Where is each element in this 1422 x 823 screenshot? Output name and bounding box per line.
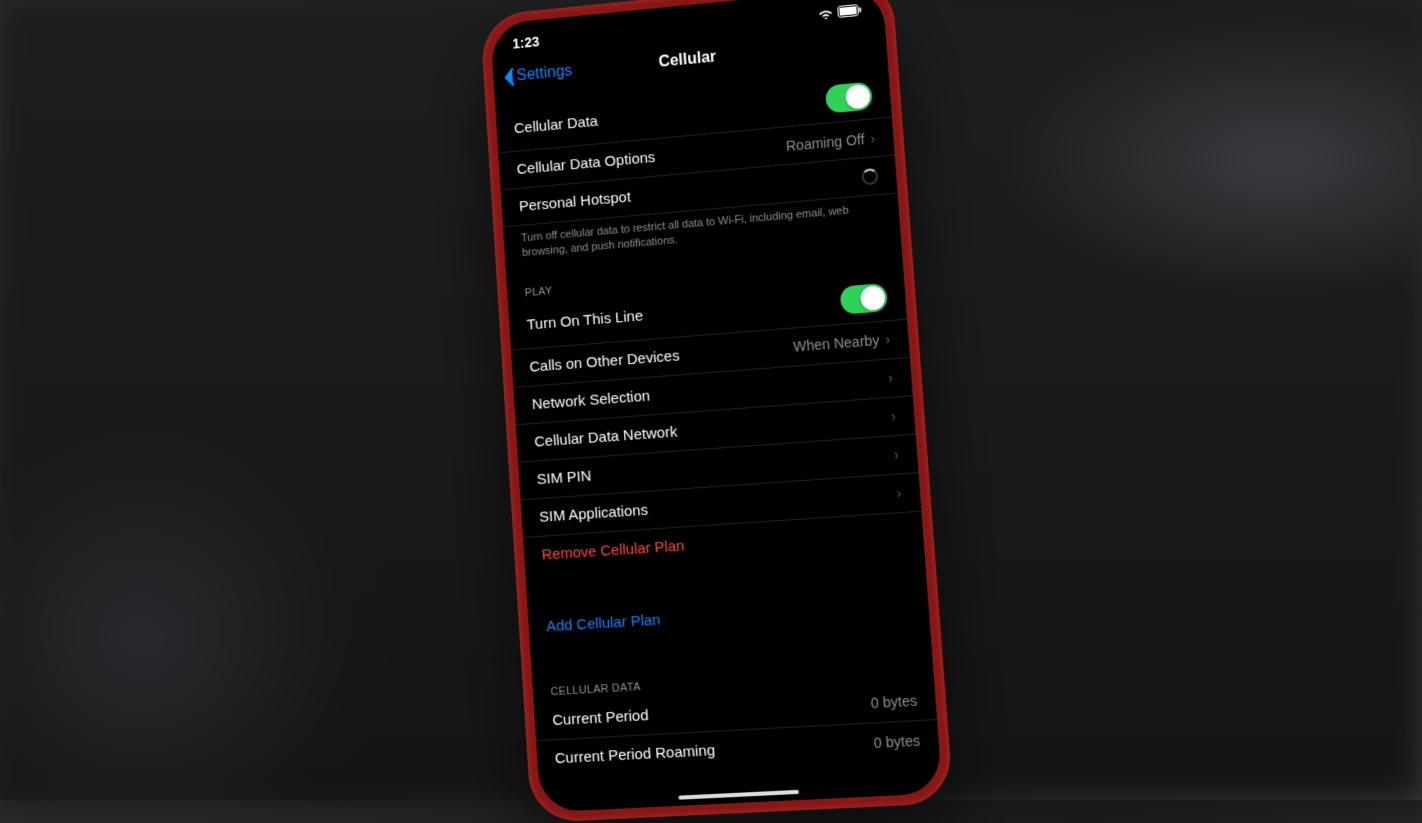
section-usage: CELLULAR DATA Current Period 0 bytes Cur… (532, 658, 940, 779)
row-label: SIM Applications (539, 501, 649, 525)
row-value: › (896, 485, 902, 502)
back-label: Settings (516, 63, 573, 86)
wifi-icon (817, 6, 834, 19)
turn-on-line-toggle[interactable] (840, 283, 889, 315)
row-label: Add Cellular Plan (546, 612, 661, 636)
row-value: When Nearby › (793, 331, 891, 355)
chevron-right-icon: › (891, 408, 897, 424)
row-label: Current Period (552, 707, 649, 729)
row-value: 0 bytes (870, 693, 917, 712)
battery-icon (837, 4, 862, 18)
loading-indicator (861, 168, 878, 185)
row-value: › (893, 446, 899, 463)
row-label: Calls on Other Devices (529, 347, 680, 375)
row-value: › (888, 370, 894, 386)
row-value: › (891, 408, 897, 424)
row-label: Turn On This Line (526, 308, 643, 334)
phone-screen: 1:23 Settings Cellular Cellular Data Cel… (490, 0, 943, 812)
cellular-data-toggle[interactable] (825, 82, 873, 114)
row-label: Personal Hotspot (519, 189, 632, 215)
chevron-left-icon (502, 68, 515, 87)
row-label: Cellular Data Network (534, 423, 678, 450)
row-label: Network Selection (531, 387, 650, 413)
settings-content[interactable]: Cellular Data Cellular Data Options Roam… (495, 61, 943, 812)
row-value: 0 bytes (873, 732, 920, 751)
status-indicators (817, 4, 862, 20)
back-button[interactable]: Settings (502, 63, 572, 87)
row-label: Cellular Data (514, 112, 599, 136)
section-play: PLAY Turn On This Line Calls on Other De… (507, 250, 925, 575)
spinner-icon (861, 168, 878, 185)
chevron-right-icon: › (893, 446, 899, 463)
chevron-right-icon: › (885, 331, 891, 347)
phone-frame: 1:23 Settings Cellular Cellular Data Cel… (480, 0, 954, 823)
row-value: Roaming Off › (785, 130, 875, 154)
chevron-right-icon: › (896, 485, 902, 502)
status-time: 1:23 (512, 33, 540, 51)
row-label: SIM PIN (536, 467, 592, 488)
row-label: Current Period Roaming (554, 742, 715, 767)
row-label: Cellular Data Options (516, 149, 656, 178)
page-title: Cellular (658, 49, 717, 72)
chevron-right-icon: › (888, 370, 894, 386)
chevron-right-icon: › (870, 130, 876, 146)
section-cellular: Cellular Data Cellular Data Options Roam… (495, 71, 901, 273)
row-label: Remove Cellular Plan (541, 538, 685, 564)
